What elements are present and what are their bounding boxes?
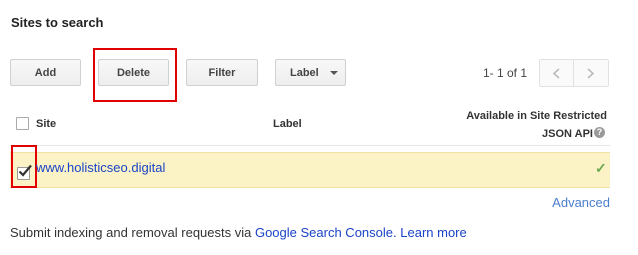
add-button[interactable]: Add [10, 59, 81, 86]
page-title: Sites to search [11, 15, 104, 30]
chevron-right-icon [587, 68, 595, 79]
column-header-json-api: JSON API [542, 128, 593, 140]
search-console-link[interactable]: Google Search Console. [255, 225, 397, 240]
select-all-checkbox[interactable] [16, 117, 29, 130]
footer-prefix: Submit indexing and removal requests via [10, 225, 255, 240]
delete-highlight-box [93, 48, 177, 102]
column-header-available: Available in Site Restricted [466, 110, 607, 122]
label-dropdown[interactable]: Label [275, 59, 346, 86]
footer-text: Submit indexing and removal requests via… [10, 225, 467, 240]
learn-more-link[interactable]: Learn more [400, 225, 466, 240]
advanced-link[interactable]: Advanced [552, 195, 610, 210]
checkbox-highlight-box [11, 145, 37, 188]
site-link[interactable]: www.holisticseo.digital [36, 160, 165, 175]
pagination-range: 1- 1 of 1 [483, 66, 528, 80]
help-icon[interactable]: ? [594, 127, 605, 138]
column-header-label[interactable]: Label [273, 118, 302, 130]
next-page-button[interactable] [574, 59, 609, 87]
available-check-icon: ✓ [595, 160, 607, 176]
header-divider [10, 145, 610, 146]
prev-page-button[interactable] [539, 59, 574, 87]
column-header-site[interactable]: Site [36, 118, 56, 130]
chevron-left-icon [552, 68, 560, 79]
filter-button[interactable]: Filter [186, 59, 258, 86]
label-dropdown-text: Label [290, 66, 319, 79]
caret-down-icon [330, 71, 338, 75]
